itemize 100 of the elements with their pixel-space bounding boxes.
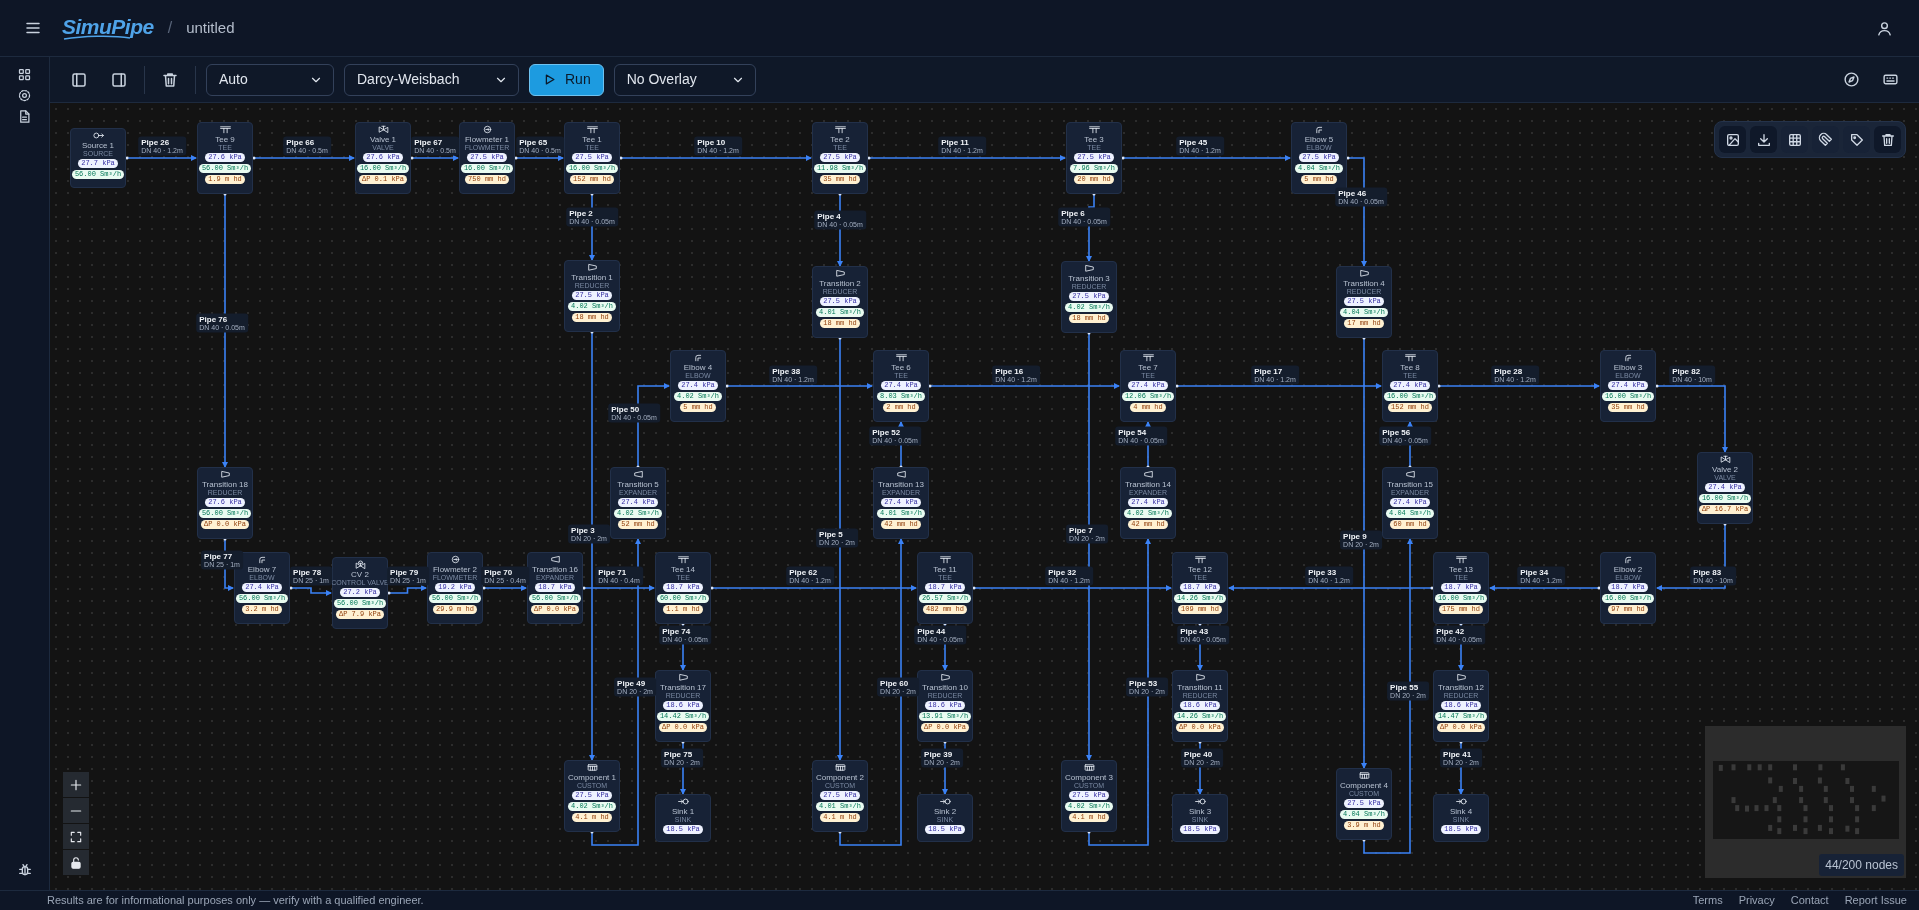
pipe-name: Pipe 10 xyxy=(697,137,727,147)
sink-icon xyxy=(1193,797,1207,806)
valve-icon xyxy=(376,125,390,134)
components-button[interactable] xyxy=(17,67,32,82)
pipe-name: Pipe 82 xyxy=(1672,366,1702,376)
pipe-name: Pipe 71 xyxy=(598,567,628,577)
pipe-name: Pipe 67 xyxy=(414,137,444,147)
node-name: Tee 1 xyxy=(582,135,602,144)
fullscreen-icon xyxy=(69,829,83,844)
pipe-name: Pipe 7 xyxy=(1069,525,1094,535)
source-icon xyxy=(91,131,105,140)
footer-link[interactable]: Report Issue xyxy=(1844,892,1907,909)
node-name: Transition 14 xyxy=(1125,480,1171,489)
node-name: Sink 3 xyxy=(1188,807,1212,816)
node-name: Tee 3 xyxy=(1084,135,1104,144)
panel-left-icon xyxy=(70,70,88,89)
node-name: Sink 2 xyxy=(933,807,957,816)
node-name: Transition 18 xyxy=(202,480,248,489)
sink-icon xyxy=(938,797,952,806)
component-icon xyxy=(833,763,847,772)
overlay-dropdown[interactable]: No Overlay xyxy=(613,63,756,96)
lock-icon xyxy=(69,855,83,870)
tag-icon xyxy=(1848,131,1865,148)
zoom-in-button[interactable] xyxy=(63,772,89,797)
pipe-name: Pipe 44 xyxy=(917,626,947,636)
trash-icon xyxy=(161,70,179,89)
node-name: Valve 2 xyxy=(1711,465,1739,474)
footer-link[interactable]: Privacy xyxy=(1738,892,1775,909)
logo-swoosh-icon xyxy=(62,35,132,40)
pipe-name: Pipe 34 xyxy=(1520,567,1550,577)
footer-link[interactable]: Terms xyxy=(1692,892,1723,909)
tee-icon xyxy=(894,353,908,362)
node-name: Tee 2 xyxy=(830,135,850,144)
pipe-name: Pipe 78 xyxy=(293,567,323,577)
node-name: Transition 10 xyxy=(922,683,968,692)
logo: SimuPipe xyxy=(62,16,154,37)
debug-button[interactable] xyxy=(16,862,33,878)
fit-view-button[interactable] xyxy=(63,824,89,849)
node-name: Transition 13 xyxy=(878,480,924,489)
bug-icon xyxy=(16,862,33,878)
pipe-name: Pipe 16 xyxy=(995,366,1025,376)
pipe-name: Pipe 43 xyxy=(1180,626,1210,636)
clear-button[interactable] xyxy=(1874,126,1901,153)
node-name: Transition 17 xyxy=(660,683,706,692)
component-icon xyxy=(1357,771,1371,780)
node-name: Component 1 xyxy=(568,773,616,782)
select-dropdown[interactable]: Auto xyxy=(206,63,334,96)
expander-icon xyxy=(548,555,562,564)
export-image-button[interactable] xyxy=(1719,126,1746,153)
tee-icon xyxy=(1087,125,1101,134)
pipe-name: Pipe 5 xyxy=(819,529,844,539)
compass-icon xyxy=(1843,71,1860,88)
pipe-name: Pipe 32 xyxy=(1048,567,1078,577)
grid-icon xyxy=(17,67,32,82)
pipe-name: Pipe 83 xyxy=(1693,567,1723,577)
select-dropdown[interactable]: Darcy-Weisbach xyxy=(344,63,519,96)
tee-icon xyxy=(938,555,952,564)
minus-icon xyxy=(69,809,83,812)
pipe-name: Pipe 38 xyxy=(772,366,802,376)
pipe-name: Pipe 60 xyxy=(880,678,910,688)
pipe-name: Pipe 33 xyxy=(1308,567,1338,577)
document-button[interactable] xyxy=(17,109,32,124)
node-name: Transition 3 xyxy=(1068,274,1110,283)
expander-icon xyxy=(1141,470,1155,479)
node-name: Tee 9 xyxy=(215,135,235,144)
valve-icon xyxy=(1718,455,1732,464)
reducer-icon xyxy=(1454,673,1468,682)
node-name: Component 4 xyxy=(1340,781,1388,790)
lock-button[interactable] xyxy=(63,850,89,875)
download-icon xyxy=(1755,131,1772,148)
pipe-name: Pipe 66 xyxy=(286,137,316,147)
pipe-name: Pipe 6 xyxy=(1061,208,1086,218)
run-button[interactable]: Run xyxy=(529,63,604,96)
pipe-name: Pipe 41 xyxy=(1443,749,1473,759)
footer-link[interactable]: Contact xyxy=(1790,892,1829,909)
expander-icon xyxy=(894,470,908,479)
pipe-name: Pipe 56 xyxy=(1382,427,1412,437)
node-name: Transition 12 xyxy=(1438,683,1484,692)
minimap[interactable]: 44/200 nodes xyxy=(1705,726,1906,878)
expander-icon xyxy=(631,470,645,479)
pipe-name: Pipe 54 xyxy=(1118,427,1148,437)
node-name: Sink 4 xyxy=(1449,807,1473,816)
node-name: Transition 1 xyxy=(571,273,613,282)
zoom-out-button[interactable] xyxy=(63,798,89,823)
tee-icon xyxy=(1193,555,1207,564)
pipe-name: Pipe 9 xyxy=(1343,531,1368,541)
download-button[interactable] xyxy=(1750,126,1777,153)
panel-right-icon xyxy=(110,70,128,89)
pipe-name: Pipe 50 xyxy=(611,404,641,414)
node-name: Tee 13 xyxy=(1449,565,1473,574)
node-name: Tee 11 xyxy=(933,565,957,574)
table-icon xyxy=(1786,131,1803,148)
user-icon xyxy=(1876,19,1893,37)
pipe-name: Pipe 45 xyxy=(1179,137,1209,147)
tee-icon xyxy=(585,125,599,134)
node-name: CV 2 xyxy=(351,570,369,579)
node-count: 44/200 nodes xyxy=(1819,854,1904,876)
pipe-name: Pipe 55 xyxy=(1390,682,1420,692)
settings-button[interactable] xyxy=(17,88,32,103)
reducer-icon xyxy=(938,673,952,682)
